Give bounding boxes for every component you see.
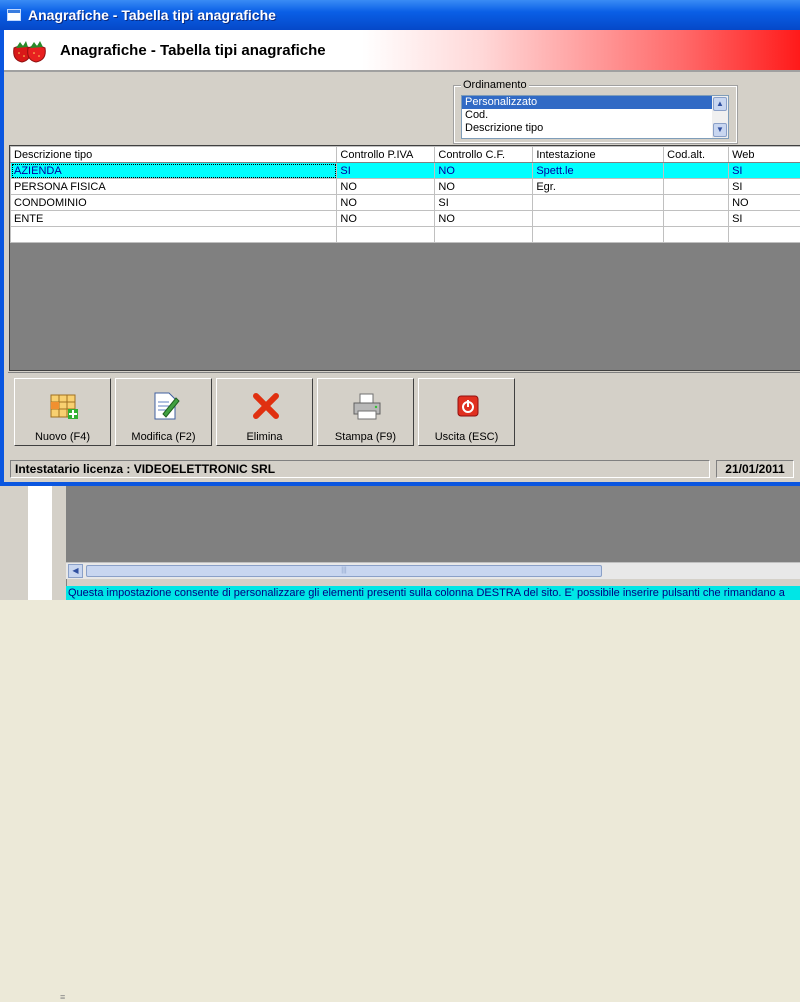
header-band: Anagrafiche - Tabella tipi anagrafiche <box>4 30 800 72</box>
uscita-label: Uscita (ESC) <box>419 431 514 443</box>
column-header[interactable]: Web <box>729 147 800 163</box>
background-content-area <box>66 486 800 562</box>
background-horizontal-scrollbar[interactable]: ◀ ||| <box>66 562 800 579</box>
column-header[interactable]: Controllo P.IVA <box>337 147 435 163</box>
grid-header-row: Descrizione tipo Controllo P.IVA Control… <box>11 147 800 163</box>
grid-cell[interactable]: SI <box>729 163 800 179</box>
grid-cell[interactable]: NO <box>435 179 533 195</box>
grid-cell[interactable]: NO <box>337 211 435 227</box>
grid-cell[interactable] <box>664 227 729 243</box>
delete-x-icon <box>250 390 282 422</box>
column-header[interactable]: Intestazione <box>533 147 664 163</box>
edit-document-icon <box>149 390 181 422</box>
grid-cell[interactable] <box>337 227 435 243</box>
grid-cell[interactable]: SI <box>729 211 800 227</box>
grid-cell[interactable]: NO <box>729 195 800 211</box>
modifica-label: Modifica (F2) <box>116 431 211 443</box>
data-grid[interactable]: Descrizione tipo Controllo P.IVA Control… <box>9 145 800 371</box>
window-client: Anagrafiche - Tabella tipi anagrafiche O… <box>4 30 800 482</box>
elimina-button[interactable]: Elimina <box>216 378 313 446</box>
grid-cell[interactable] <box>664 179 729 195</box>
ordinamento-listbox[interactable]: Personalizzato Cod. Descrizione tipo ▲ ▼ <box>461 95 729 139</box>
grid-cell[interactable]: NO <box>337 179 435 195</box>
ordinamento-legend: Ordinamento <box>461 79 529 91</box>
main-window: Anagrafiche - Tabella tipi anagrafiche A… <box>0 0 800 486</box>
scroll-left-icon[interactable]: ◀ <box>68 564 83 578</box>
list-item-descrizione-tipo[interactable]: Descrizione tipo <box>462 122 713 135</box>
list-item-cod[interactable]: Cod. <box>462 109 713 122</box>
grid-cell[interactable] <box>729 227 800 243</box>
status-bar: Intestatario licenza : VIDEOELETTRONIC S… <box>8 458 800 480</box>
scroll-down-icon[interactable]: ▼ <box>713 123 727 137</box>
table-row-empty[interactable] <box>11 227 800 243</box>
grid-cell[interactable] <box>664 211 729 227</box>
grid-cell[interactable] <box>664 163 729 179</box>
grid-cell[interactable]: SI <box>337 163 435 179</box>
stampa-label: Stampa (F9) <box>318 431 413 443</box>
grid-cell[interactable]: NO <box>435 163 533 179</box>
strawberry-logo-icon <box>10 38 50 64</box>
modifica-button[interactable]: Modifica (F2) <box>115 378 212 446</box>
stampa-button[interactable]: Stampa (F9) <box>317 378 414 446</box>
listbox-scrollbar[interactable]: ▲ ▼ <box>712 96 728 138</box>
grid-cell[interactable]: PERSONA FISICA <box>11 179 337 195</box>
ordinamento-group: Ordinamento Personalizzato Cod. Descrizi… <box>454 86 737 143</box>
window-icon <box>7 9 21 21</box>
uscita-button[interactable]: Uscita (ESC) <box>418 378 515 446</box>
power-exit-icon <box>452 390 484 422</box>
table-row-selected[interactable]: AZIENDA SI NO Spett.le SI <box>11 163 800 179</box>
grip-icon: ≡ <box>60 992 68 1002</box>
grid-cell[interactable]: SI <box>435 195 533 211</box>
column-header[interactable]: Cod.alt. <box>664 147 729 163</box>
date-status: 21/01/2011 <box>716 460 794 478</box>
nuovo-label: Nuovo (F4) <box>15 431 110 443</box>
grid-cell[interactable]: NO <box>337 195 435 211</box>
toolbar: Nuovo (F4) Modifica (F2) Elimina <box>8 372 800 451</box>
header-title: Anagrafiche - Tabella tipi anagrafiche <box>60 42 326 59</box>
grid-cell[interactable]: SI <box>729 179 800 195</box>
background-left-divider <box>52 486 67 600</box>
grid-cell[interactable] <box>435 227 533 243</box>
column-header[interactable]: Controllo C.F. <box>435 147 533 163</box>
grid-cell[interactable] <box>11 227 337 243</box>
grid-cell[interactable]: Egr. <box>533 179 664 195</box>
grid-cell[interactable] <box>533 227 664 243</box>
window-title: Anagrafiche - Tabella tipi anagrafiche <box>28 7 276 23</box>
grid-cell[interactable] <box>533 195 664 211</box>
new-grid-icon <box>48 390 80 422</box>
scroll-thumb[interactable]: ||| <box>86 565 602 577</box>
scroll-up-icon[interactable]: ▲ <box>713 97 727 111</box>
grid-cell[interactable] <box>533 211 664 227</box>
background-left-panel: ≡ <box>28 486 53 600</box>
nuovo-button[interactable]: Nuovo (F4) <box>14 378 111 446</box>
list-item-personalizzato[interactable]: Personalizzato <box>462 96 713 109</box>
grid-cell[interactable] <box>664 195 729 211</box>
elimina-label: Elimina <box>217 431 312 443</box>
table-row[interactable]: CONDOMINIO NO SI NO <box>11 195 800 211</box>
grid-cell[interactable]: AZIENDA <box>11 163 337 179</box>
license-status: Intestatario licenza : VIDEOELETTRONIC S… <box>10 460 710 478</box>
grid-cell[interactable]: Spett.le <box>533 163 664 179</box>
printer-icon <box>351 390 383 422</box>
grid-table: Descrizione tipo Controllo P.IVA Control… <box>10 146 800 243</box>
table-row[interactable]: PERSONA FISICA NO NO Egr. SI <box>11 179 800 195</box>
column-header[interactable]: Descrizione tipo <box>11 147 337 163</box>
grid-cell[interactable]: CONDOMINIO <box>11 195 337 211</box>
background-info-text: Questa impostazione consente di personal… <box>66 586 800 600</box>
title-bar[interactable]: Anagrafiche - Tabella tipi anagrafiche <box>0 0 800 30</box>
table-row[interactable]: ENTE NO NO SI <box>11 211 800 227</box>
grid-cell[interactable]: NO <box>435 211 533 227</box>
grid-cell[interactable]: ENTE <box>11 211 337 227</box>
